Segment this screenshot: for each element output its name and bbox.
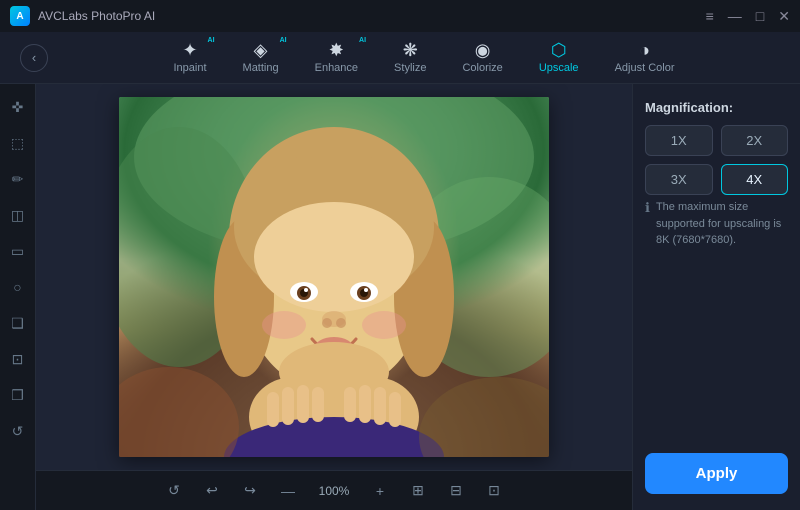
minimize-icon[interactable]: —	[728, 9, 742, 23]
app-logo: A	[10, 6, 30, 26]
grid-button[interactable]: ⊟	[442, 477, 470, 505]
titlebar: A AVCLabs PhotoPro AI ≡ — □ ✕	[0, 0, 800, 32]
tool-rect[interactable]: ▭	[5, 238, 31, 264]
info-text: The maximum size supported for upscaling…	[656, 199, 788, 249]
mag-3x-button[interactable]: 3X	[645, 164, 713, 195]
titlebar-left: A AVCLabs PhotoPro AI	[10, 6, 155, 26]
fit-button[interactable]: ⊞	[404, 477, 432, 505]
app-title: AVCLabs PhotoPro AI	[38, 9, 155, 23]
mag-1x-button[interactable]: 1X	[645, 125, 713, 156]
matting-icon: ◈	[254, 41, 268, 59]
tool-history[interactable]: ↺	[5, 418, 31, 444]
inpaint-ai-badge: AI	[208, 37, 215, 44]
zoom-in-button[interactable]: +	[366, 477, 394, 505]
tool-crop[interactable]: ⊡	[5, 346, 31, 372]
right-panel: Magnification: 1X 2X 3X 4X ℹ The maximum…	[632, 84, 800, 510]
colorize-icon: ◉	[475, 41, 491, 59]
main-layout: ✜ ⬚ ✏ ◫ ▭ ○ ❑ ⊡ ❒ ↺	[0, 84, 800, 510]
image-container	[119, 97, 549, 457]
upscale-label: Upscale	[539, 62, 579, 74]
tool-brush[interactable]: ✏	[5, 166, 31, 192]
nav-toolbar: ‹ ✦ Inpaint AI ◈ Matting AI ✸ Enhance AI…	[0, 32, 800, 84]
adjust-color-label: Adjust Color	[615, 62, 675, 74]
info-icon: ℹ	[645, 200, 650, 216]
magnification-grid: 1X 2X 3X 4X	[645, 125, 788, 195]
maximize-icon[interactable]: □	[756, 9, 764, 23]
adjust-color-icon: ◑	[639, 41, 650, 59]
zoom-value: 100%	[312, 484, 356, 498]
enhance-label: Enhance	[315, 62, 358, 74]
stylize-label: Stylize	[394, 62, 426, 74]
apply-button[interactable]: Apply	[645, 453, 788, 494]
tool-stamp[interactable]: ❒	[5, 382, 31, 408]
enhance-icon: ✸	[329, 41, 344, 59]
zoom-out-button[interactable]: —	[274, 477, 302, 505]
mag-2x-button[interactable]: 2X	[721, 125, 789, 156]
info-box: ℹ The maximum size supported for upscali…	[645, 199, 788, 249]
tool-select[interactable]: ⬚	[5, 130, 31, 156]
tool-eraser[interactable]: ◫	[5, 202, 31, 228]
matting-label: Matting	[243, 62, 279, 74]
mag-4x-button[interactable]: 4X	[721, 164, 789, 195]
canvas-wrapper[interactable]	[36, 84, 632, 470]
tool-ellipse[interactable]: ○	[5, 274, 31, 300]
window-controls: ≡ — □ ✕	[706, 9, 790, 23]
nav-items: ✦ Inpaint AI ◈ Matting AI ✸ Enhance AI ❋…	[68, 35, 780, 80]
tool-move[interactable]: ✜	[5, 94, 31, 120]
menu-icon[interactable]: ≡	[706, 9, 714, 23]
nav-item-colorize[interactable]: ◉ Colorize	[444, 35, 520, 80]
nav-item-matting[interactable]: ◈ Matting AI	[225, 35, 297, 80]
nav-item-inpaint[interactable]: ✦ Inpaint AI	[156, 35, 225, 80]
reset-button[interactable]: ↺	[160, 477, 188, 505]
enhance-ai-badge: AI	[359, 37, 366, 44]
back-button[interactable]: ‹	[20, 44, 48, 72]
redo-button[interactable]: ↪	[236, 477, 264, 505]
stylize-icon: ❋	[403, 41, 418, 59]
nav-item-enhance[interactable]: ✸ Enhance AI	[297, 35, 376, 80]
bottom-bar: ↺ ↩ ↪ — 100% + ⊞ ⊟ ⊡	[36, 470, 632, 510]
left-sidebar: ✜ ⬚ ✏ ◫ ▭ ○ ❑ ⊡ ❒ ↺	[0, 84, 36, 510]
canvas-area: ↺ ↩ ↪ — 100% + ⊞ ⊟ ⊡	[36, 84, 632, 510]
panel-title: Magnification:	[645, 100, 788, 115]
inpaint-icon: ✦	[182, 41, 197, 59]
apply-btn-wrapper: Apply	[645, 453, 788, 494]
nav-item-stylize[interactable]: ❋ Stylize	[376, 35, 444, 80]
colorize-label: Colorize	[462, 62, 502, 74]
photo-canvas	[119, 97, 549, 457]
upscale-icon: ⬡	[551, 41, 567, 59]
tool-layers[interactable]: ❑	[5, 310, 31, 336]
fullscreen-button[interactable]: ⊡	[480, 477, 508, 505]
close-icon[interactable]: ✕	[778, 9, 790, 23]
matting-ai-badge: AI	[280, 37, 287, 44]
nav-item-upscale[interactable]: ⬡ Upscale	[521, 35, 597, 80]
nav-item-adjust-color[interactable]: ◑ Adjust Color	[597, 35, 693, 80]
undo-button[interactable]: ↩	[198, 477, 226, 505]
inpaint-label: Inpaint	[174, 62, 207, 74]
